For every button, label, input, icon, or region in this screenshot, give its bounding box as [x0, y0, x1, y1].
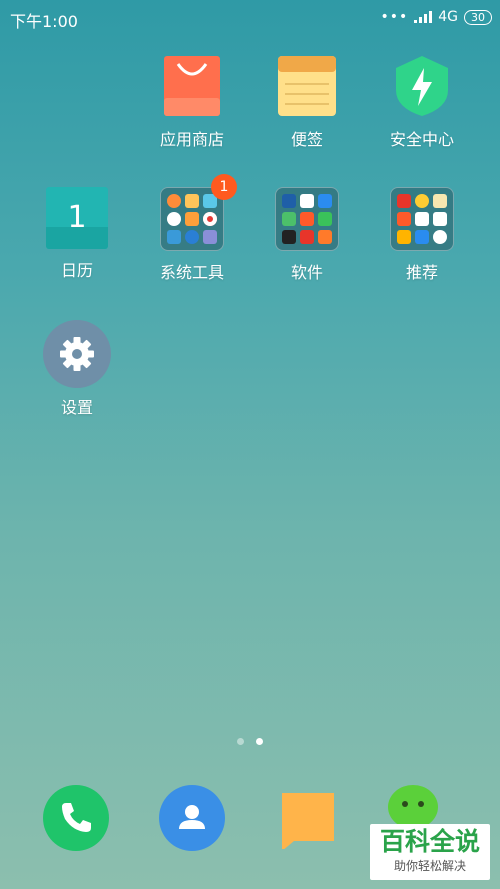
- page-indicator-dot-active[interactable]: [256, 738, 263, 745]
- messages-icon: [282, 793, 334, 851]
- app-mini-icon: [202, 211, 217, 226]
- app-mini-icon: [167, 211, 182, 226]
- app-mini-icon: [299, 211, 314, 226]
- notification-badge: 1: [211, 174, 237, 200]
- app-mini-icon: [397, 229, 412, 244]
- folder-recommended[interactable]: 推荐: [367, 187, 477, 283]
- app-settings[interactable]: 设置: [22, 320, 132, 418]
- app-mini-icon: [414, 229, 429, 244]
- notepad-icon: [275, 54, 339, 118]
- dock-messages[interactable]: [280, 785, 346, 851]
- network-type: 4G: [438, 9, 458, 25]
- app-label: 便签: [290, 130, 323, 149]
- app-calendar[interactable]: 1 日历: [22, 187, 132, 281]
- folder-icon: 1: [160, 174, 237, 251]
- app-label: 日历: [60, 261, 93, 280]
- app-label: 推荐: [405, 263, 438, 282]
- app-mini-icon: [299, 229, 314, 244]
- signal-strength-icon: [414, 11, 433, 23]
- folder-icon: [390, 187, 454, 251]
- app-mini-icon: [167, 194, 182, 209]
- dock-phone[interactable]: [43, 785, 109, 851]
- folder-software[interactable]: 软件: [252, 187, 362, 283]
- status-bar: 下午1:00 ••• 4G 30: [0, 0, 500, 34]
- app-mini-icon: [282, 194, 297, 209]
- watermark: 百科全说 助你轻松解决: [370, 824, 490, 880]
- gear-icon: [43, 320, 111, 388]
- app-mini-icon: [414, 211, 429, 226]
- app-security-center[interactable]: 安全中心: [367, 54, 477, 150]
- app-mini-icon: [202, 229, 217, 244]
- app-label: 安全中心: [389, 130, 454, 149]
- app-mini-icon: [184, 211, 199, 226]
- app-app-store[interactable]: 应用商店: [137, 54, 247, 150]
- folder-icon: [275, 187, 339, 251]
- battery-icon: 30: [464, 9, 492, 25]
- shopping-bag-icon: [160, 54, 224, 118]
- calendar-icon: 1: [46, 187, 108, 249]
- status-indicators: ••• 4G 30: [380, 9, 492, 25]
- app-mini-icon: [414, 194, 429, 209]
- shield-bolt-icon: [390, 54, 454, 118]
- app-mini-icon: [282, 229, 297, 244]
- folder-system-tools[interactable]: 1 系统工具: [137, 174, 247, 283]
- app-label: 应用商店: [159, 130, 224, 149]
- dock-contacts[interactable]: [159, 785, 225, 851]
- app-mini-icon: [167, 229, 182, 244]
- app-label: 软件: [290, 263, 323, 282]
- contacts-icon: [159, 785, 225, 851]
- app-mini-icon: [317, 211, 332, 226]
- app-label: 设置: [60, 398, 93, 417]
- app-mini-icon: [317, 194, 332, 209]
- app-notes[interactable]: 便签: [252, 54, 362, 150]
- app-mini-icon: [282, 211, 297, 226]
- app-mini-icon: [432, 211, 447, 226]
- calendar-day: 1: [67, 200, 87, 235]
- watermark-title: 百科全说: [379, 827, 480, 856]
- signal-dots: •••: [380, 9, 409, 25]
- page-indicator-dot[interactable]: [237, 738, 244, 745]
- app-mini-icon: [432, 194, 447, 209]
- app-mini-icon: [397, 211, 412, 226]
- watermark-subtitle: 助你轻松解决: [393, 859, 466, 873]
- app-mini-icon: [397, 194, 412, 209]
- app-mini-icon: [432, 229, 447, 244]
- app-mini-icon: [299, 194, 314, 209]
- app-mini-icon: [317, 229, 332, 244]
- status-time: 下午1:00: [10, 12, 78, 31]
- phone-icon: [43, 785, 109, 851]
- app-mini-icon: [184, 194, 199, 209]
- app-label: 系统工具: [159, 263, 224, 282]
- app-mini-icon: [184, 229, 199, 244]
